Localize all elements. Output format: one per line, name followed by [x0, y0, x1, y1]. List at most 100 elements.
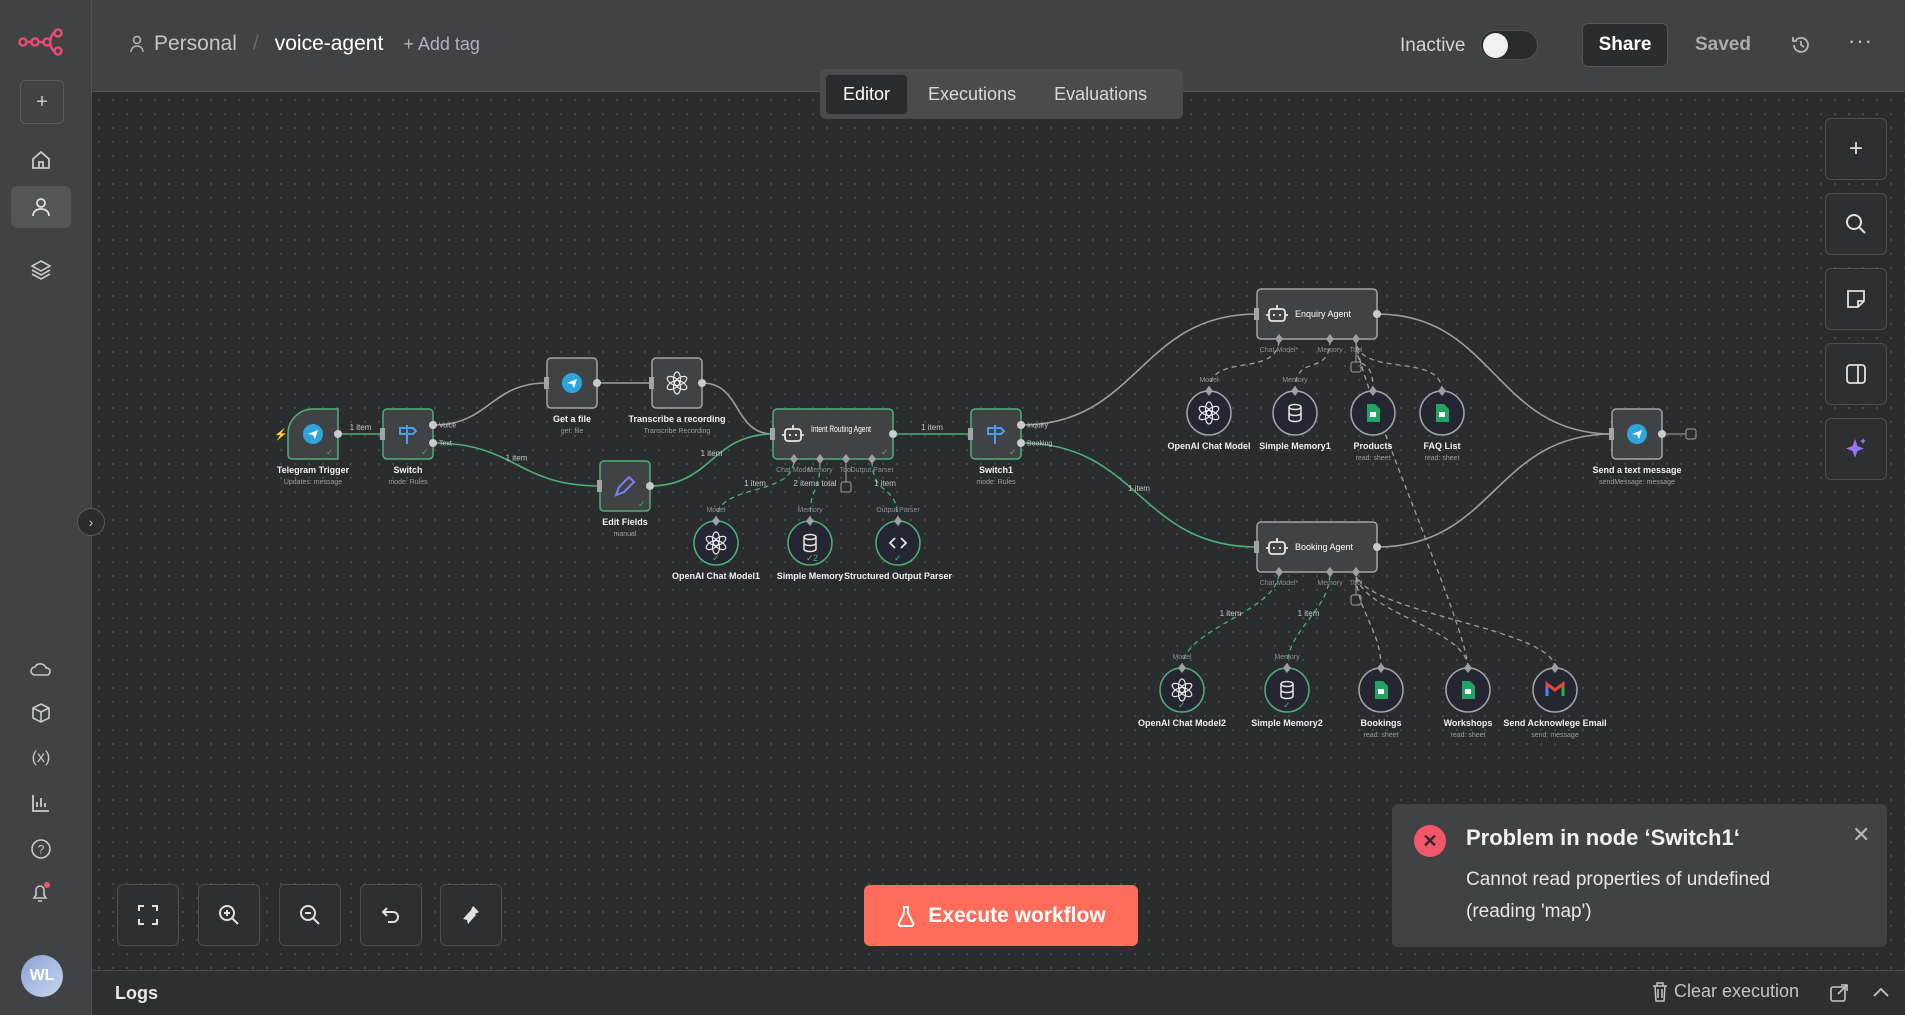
logs-panel[interactable]: Logs Clear execution: [92, 970, 1905, 1015]
add-tag-button[interactable]: + Add tag: [403, 34, 480, 55]
node-sm1[interactable]: Memory Simple Memory1: [1259, 377, 1331, 451]
undo-button[interactable]: [360, 884, 422, 946]
node-ocm2[interactable]: Model✓OpenAI Chat Model2: [1138, 654, 1226, 728]
node-email[interactable]: Send Acknowlege Email send: message: [1503, 663, 1607, 739]
node-edit[interactable]: ✓ Edit Fields manual: [597, 460, 654, 538]
node-switch[interactable]: Voice Text ✓ Switch mode: Rules: [380, 408, 456, 486]
project-link[interactable]: Personal: [154, 32, 237, 56]
node-subtitle: manual: [614, 531, 637, 538]
sidebar-item-help[interactable]: ?: [11, 828, 71, 870]
node-om1[interactable]: Model✓OpenAI Chat Model1: [672, 507, 760, 581]
avatar[interactable]: WL: [21, 955, 63, 997]
node-trigger[interactable]: ⚡ ✓ Telegram Trigger Updates: message: [274, 408, 350, 486]
output-handle[interactable]: [1017, 439, 1025, 447]
connection[interactable]: [1376, 433, 1613, 548]
connection-label: 1 item: [506, 454, 528, 463]
tab-executions[interactable]: Executions: [911, 75, 1033, 114]
expand-sidebar-button[interactable]: ›: [77, 508, 105, 536]
fit-view-button[interactable]: [117, 884, 179, 946]
output-handle[interactable]: [593, 379, 601, 387]
sidebar-item-projects[interactable]: [11, 248, 71, 290]
port-label: Model: [1199, 377, 1219, 384]
connection[interactable]: [1020, 442, 1258, 548]
zoom-out-button[interactable]: [279, 884, 341, 946]
sidebar-item-templates[interactable]: [11, 692, 71, 734]
sub-connection[interactable]: [1355, 571, 1469, 669]
sub-connection[interactable]: [1355, 338, 1443, 392]
active-toggle[interactable]: [1480, 30, 1538, 60]
add-tool-button[interactable]: [1350, 361, 1362, 373]
workflow-name[interactable]: voice-agent: [275, 32, 384, 56]
success-check-icon: ✓: [326, 447, 334, 457]
node-booking[interactable]: Chat Model*MemoryToolBooking Agent: [1254, 521, 1381, 606]
execute-workflow-button[interactable]: Execute workflow: [864, 885, 1138, 946]
node-subtitle: read: sheet: [1355, 455, 1390, 462]
share-button[interactable]: Share: [1582, 23, 1668, 67]
close-toast-button[interactable]: ✕: [1852, 822, 1870, 848]
ai-assistant-button[interactable]: [1825, 418, 1887, 480]
connection[interactable]: [432, 382, 548, 426]
clear-canvas-button[interactable]: [440, 884, 502, 946]
trigger-bolt-icon: ⚡: [274, 428, 288, 441]
node-bookings[interactable]: Bookings read: sheet: [1358, 663, 1404, 739]
error-icon: ✕: [1414, 825, 1446, 857]
add-tool-button[interactable]: [840, 481, 852, 493]
sidebar-item-cloud[interactable]: [11, 648, 71, 690]
node-title: FAQ List: [1423, 441, 1460, 451]
pop-out-icon[interactable]: [1829, 983, 1849, 1003]
output-handle[interactable]: [1017, 421, 1025, 429]
node-send[interactable]: Send a text message sendMessage: message: [1592, 408, 1697, 486]
connection[interactable]: [701, 382, 774, 435]
node-sm2[interactable]: Memory ✓ Simple Memory2: [1251, 654, 1323, 728]
tab-editor[interactable]: Editor: [826, 74, 908, 114]
output-handle[interactable]: [889, 430, 897, 438]
saved-status: Saved: [1695, 34, 1751, 55]
add-node-button[interactable]: +: [1825, 118, 1887, 180]
output-handle[interactable]: [429, 439, 437, 447]
tab-evaluations[interactable]: Evaluations: [1037, 75, 1164, 114]
output-handle[interactable]: [429, 421, 437, 429]
node-sop[interactable]: Output Parser ✓ Structured Output Parser: [844, 507, 953, 581]
output-handle[interactable]: [334, 430, 342, 438]
node-sm[interactable]: Memory✓ 2Simple Memory: [777, 507, 844, 581]
help-icon: ?: [31, 839, 51, 859]
output-handle[interactable]: [646, 482, 654, 490]
node-subtitle: read: sheet: [1424, 455, 1459, 462]
search-icon: [1846, 214, 1866, 234]
zoom-in-button[interactable]: [198, 884, 260, 946]
layers-icon: [30, 260, 52, 280]
node-getfile[interactable]: Get a file get: file: [544, 357, 601, 435]
clear-execution-button[interactable]: Clear execution: [1652, 981, 1799, 1002]
sidebar-item-variables[interactable]: (x): [11, 737, 71, 779]
toggle-panel-button[interactable]: [1825, 343, 1887, 405]
node-enquiry[interactable]: Chat Model*MemoryToolEnquiry Agent: [1254, 288, 1381, 373]
node-switch1[interactable]: Inquiry Booking ✓ Switch1 mode: Rules: [968, 408, 1052, 486]
chevron-up-icon[interactable]: [1872, 985, 1890, 999]
sub-connection[interactable]: [1355, 571, 1556, 669]
plus-icon: +: [36, 90, 48, 113]
node-products[interactable]: Products read: sheet: [1350, 386, 1396, 462]
more-options-icon[interactable]: ···: [1848, 28, 1873, 54]
node-transcribe[interactable]: Transcribe a recording Transcribe Recordi…: [628, 357, 726, 435]
node-title: OpenAI Chat Model2: [1138, 718, 1226, 728]
sidebar-item-personal[interactable]: [11, 186, 71, 228]
history-icon[interactable]: [1790, 34, 1812, 56]
n8n-logo[interactable]: [18, 28, 64, 56]
node-workshops[interactable]: Workshops read: sheet: [1444, 663, 1493, 739]
connection[interactable]: [432, 442, 601, 487]
panel-icon: [1846, 364, 1866, 384]
node-faq[interactable]: FAQ List read: sheet: [1419, 386, 1465, 462]
sidebar-item-notifications[interactable]: [11, 872, 71, 914]
output-handle[interactable]: [698, 379, 706, 387]
sidebar-item-overview[interactable]: [11, 139, 71, 181]
node-ocm[interactable]: Model OpenAI Chat Model: [1168, 377, 1251, 451]
output-handle[interactable]: [1373, 310, 1381, 318]
sidebar-item-insights[interactable]: [11, 782, 71, 824]
output-handle[interactable]: [1658, 430, 1666, 438]
node-title: Switch: [393, 465, 422, 475]
sidebar-item-add[interactable]: +: [20, 80, 64, 124]
connection[interactable]: [1376, 313, 1613, 435]
search-nodes-button[interactable]: [1825, 193, 1887, 255]
output-handle[interactable]: [1373, 543, 1381, 551]
add-sticky-note-button[interactable]: [1825, 268, 1887, 330]
